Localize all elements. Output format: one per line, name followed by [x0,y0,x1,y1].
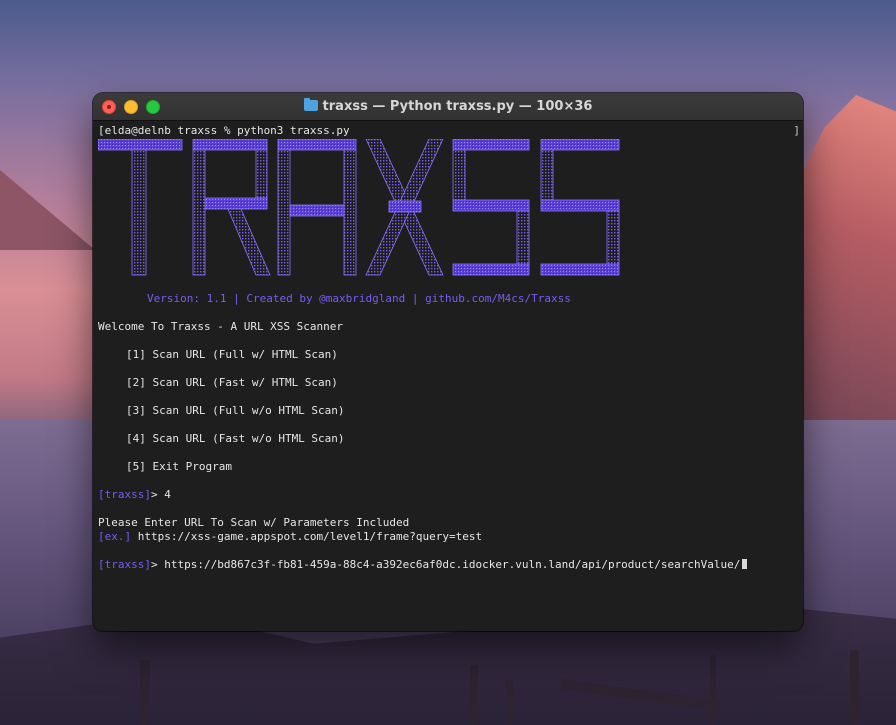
version-line: Version: 1.1 | Created by @maxbridgland … [147,292,571,305]
line-bracket: ] [793,124,800,137]
choice-prompt: [traxss] [98,488,151,501]
text-cursor [741,558,749,570]
menu-item-2: [2] Scan URL (Fast w/ HTML Scan) [126,376,338,389]
menu-item-3: [3] Scan URL (Full w/o HTML Scan) [126,404,345,417]
terminal-window[interactable]: traxss — Python traxss.py — 100×36 [elda… [93,93,803,631]
example-url: https://xss-game.appspot.com/level1/fram… [131,530,483,543]
choice-line: [traxss]> 4 [98,488,171,502]
window-title: traxss — Python traxss.py — 100×36 [93,93,803,120]
example-line: [ex.] https://xss-game.appspot.com/level… [98,530,482,544]
wallpaper-mountain-left [0,170,95,250]
enter-url-text: Please Enter URL To Scan w/ Parameters I… [98,516,410,529]
welcome-text: Welcome To Traxss - A URL XSS Scanner [98,320,344,333]
menu-item-4: [4] Scan URL (Fast w/o HTML Scan) [126,432,345,445]
terminal-output[interactable]: [elda@delnb traxss % python3 traxss.py ] [93,121,803,631]
window-title-text: traxss — Python traxss.py — 100×36 [322,99,593,114]
url-input-line[interactable]: [traxss]> https://bd867c3f-fb81-459a-88c… [98,558,749,572]
url-prompt: [traxss] [98,558,151,571]
folder-icon [303,98,318,111]
choice-value: > 4 [150,488,171,501]
url-value[interactable]: > https://bd867c3f-fb81-459a-88c4-a392ec… [151,558,740,571]
menu-item-5: [5] Exit Program [126,460,232,473]
title-bar[interactable]: traxss — Python traxss.py — 100×36 [93,93,803,121]
traxss-ascii-logo [98,139,638,279]
example-tag: [ex.] [98,530,132,543]
command-line: [elda@delnb traxss % python3 traxss.py [98,124,350,137]
menu-item-1: [1] Scan URL (Full w/ HTML Scan) [126,348,338,361]
